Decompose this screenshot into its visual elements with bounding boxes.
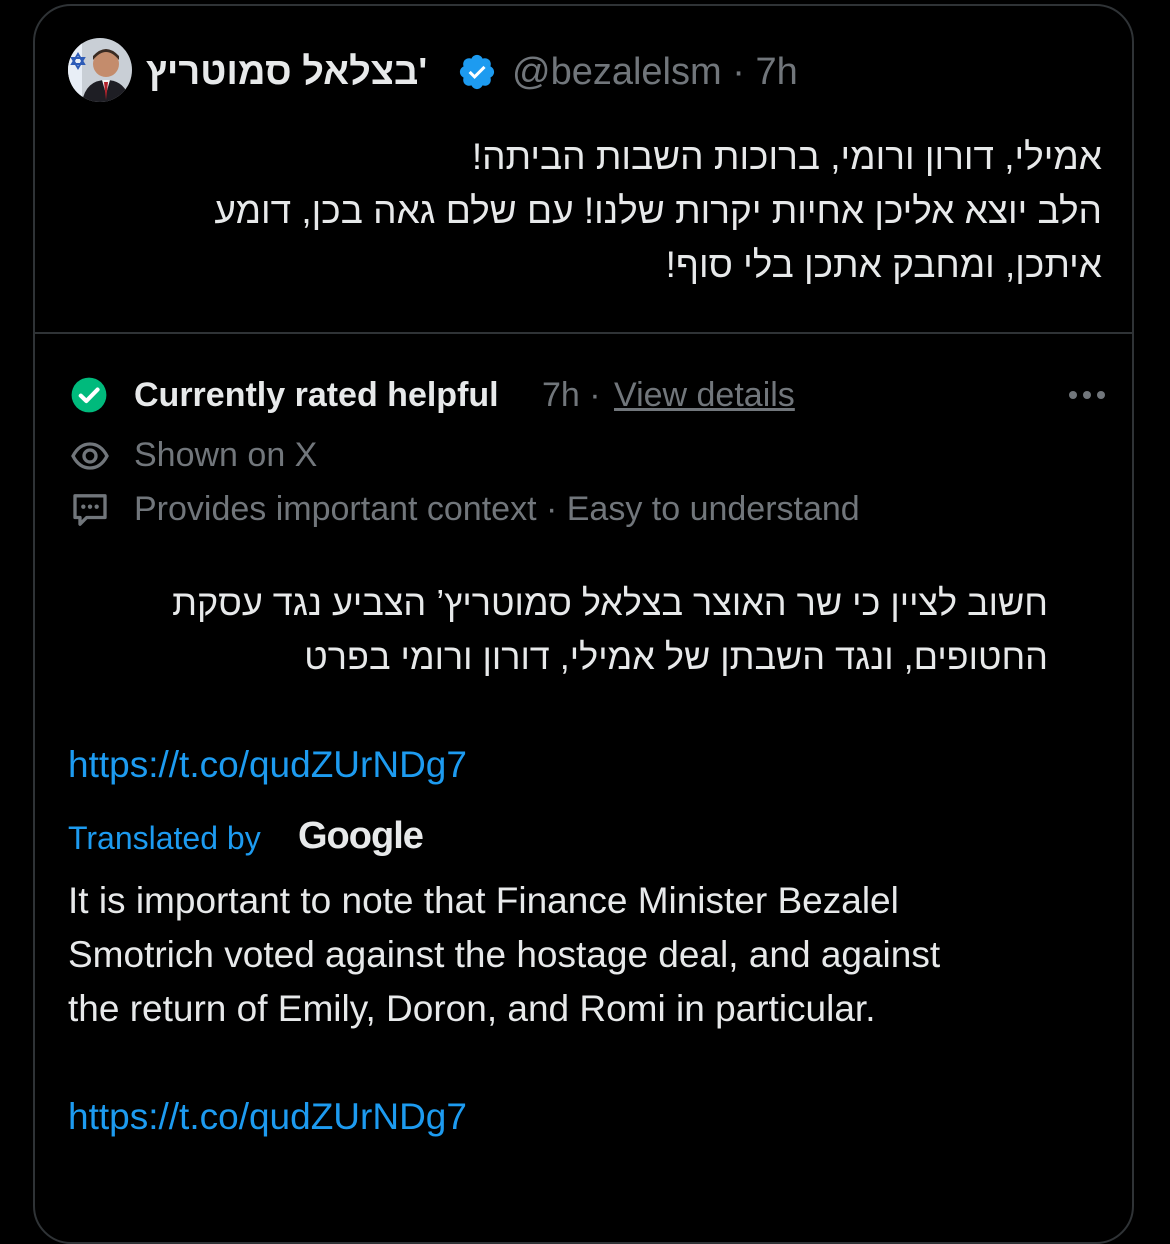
note-source-link[interactable]: https://t.co/qudZUrNDg7 xyxy=(68,740,467,790)
separator-dot: · xyxy=(732,51,745,93)
tweet-time[interactable]: 7h xyxy=(755,51,797,93)
divider xyxy=(35,332,1134,334)
translated-by-row: Translated by Google xyxy=(68,812,668,862)
translated-by-label: Translated by xyxy=(68,820,261,856)
comment-dots-icon xyxy=(73,494,107,526)
shown-on-label: Shown on X xyxy=(134,436,318,474)
more-horizontal-icon[interactable] xyxy=(1066,380,1108,410)
translation-line: the return of Emily, Doron, and Romi in … xyxy=(68,988,876,1029)
note-text-line: חשוב לציין כי שר האוצר בצלאל סמוטריץ’ הצ… xyxy=(172,582,1048,623)
tweet-text-line: אמילי, דורון ורומי, ברוכות השבות הביתה! xyxy=(471,136,1102,177)
note-time: 7h · xyxy=(542,372,601,418)
tweet-header: בצלאל סמוטריץ' @bezalelsm · 7h xyxy=(68,38,968,106)
tweet-text-line: הלב יוצא אליכן אחיות יקרות שלנו! עם שלם … xyxy=(214,190,1102,231)
shown-on-row: Shown on X xyxy=(68,432,1068,478)
author-name[interactable]: בצלאל סמוטריץ' xyxy=(146,48,427,96)
separator-dot: · xyxy=(589,376,601,414)
google-logo: Google xyxy=(298,815,424,857)
note-time-value: 7h xyxy=(542,376,580,414)
check-circle-icon xyxy=(71,377,107,413)
translation-line: Smotrich voted against the hostage deal,… xyxy=(68,934,941,975)
note-text-hebrew: חשוב לציין כי שר האוצר בצלאל סמוטריץ’ הצ… xyxy=(68,576,1048,684)
verified-badge-icon xyxy=(459,54,495,90)
rated-helpful-label: Currently rated helpful xyxy=(134,376,499,414)
author-handle[interactable]: @bezalelsm xyxy=(512,51,722,93)
tweet-text-line: איתכן, ומחבק אתכן בלי סוף! xyxy=(665,244,1102,285)
avatar[interactable] xyxy=(68,38,132,102)
note-text-line: החטופים, ונגד השבתן של אמילי, דורון ורומ… xyxy=(304,636,1048,677)
reasons-row: Provides important context · Easy to und… xyxy=(68,486,1068,532)
community-note-status-row: Currently rated helpful 7h · View detail… xyxy=(68,372,1108,418)
eye-icon xyxy=(71,442,109,470)
note-text-translation: It is important to note that Finance Min… xyxy=(68,874,1108,1036)
handle-and-time[interactable]: @bezalelsm · 7h xyxy=(512,48,798,96)
tweet-text: אמילי, דורון ורומי, ברוכות השבות הביתה! … xyxy=(72,130,1102,292)
reasons-label: Provides important context · Easy to und… xyxy=(134,490,860,528)
translation-line: It is important to note that Finance Min… xyxy=(68,880,899,921)
view-details-link[interactable]: View details xyxy=(614,372,795,418)
translation-source-link[interactable]: https://t.co/qudZUrNDg7 xyxy=(68,1092,467,1142)
